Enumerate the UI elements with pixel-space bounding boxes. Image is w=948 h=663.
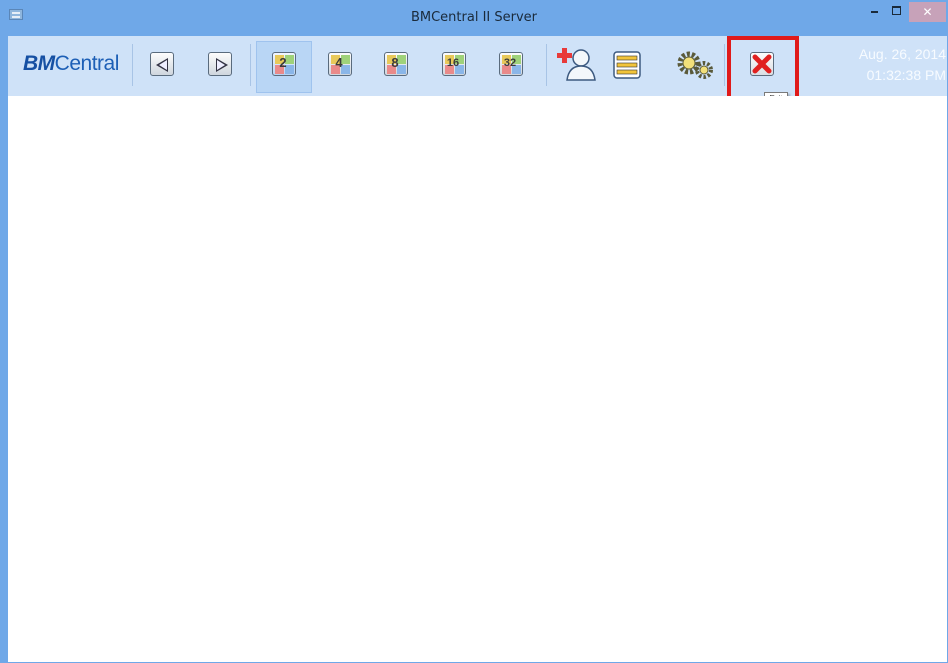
list-button[interactable] — [612, 50, 642, 80]
main-content-area — [8, 96, 947, 662]
window-title: BMCentral II Server — [410, 10, 538, 25]
toolbar-separator — [546, 44, 547, 86]
layout-8-button[interactable]: 8 — [382, 50, 412, 80]
previous-button[interactable] — [148, 50, 178, 80]
close-button[interactable]: ✕ — [909, 2, 946, 22]
settings-button[interactable] — [676, 50, 716, 80]
layout-16-button[interactable]: 16 — [440, 50, 470, 80]
list-icon — [613, 51, 641, 79]
maximize-button[interactable] — [885, 2, 907, 22]
toolbar-separator — [132, 44, 133, 86]
title-bar[interactable]: BMCentral II Server ✕ — [0, 0, 948, 36]
grid-4-icon: 4 — [335, 55, 343, 70]
maximize-icon — [891, 6, 901, 16]
grid-16-icon: 16 — [446, 57, 460, 69]
layout-32-button[interactable]: 32 — [497, 50, 527, 80]
minimize-icon — [870, 10, 878, 13]
add-user-button[interactable] — [556, 46, 596, 82]
toolbar-separator — [724, 44, 725, 86]
toolbar-separator — [250, 44, 251, 86]
close-icon: ✕ — [922, 5, 933, 19]
current-time: 01:32:38 PM — [866, 67, 946, 83]
settings-icon — [677, 51, 713, 79]
grid-2-icon: 2 — [279, 55, 287, 70]
grid-8-icon: 8 — [391, 55, 399, 70]
layout-4-button[interactable]: 4 — [326, 50, 356, 80]
layout-2-button[interactable]: 2 — [270, 50, 300, 80]
grid-32-icon: 32 — [503, 57, 517, 69]
current-date: Aug. 26, 2014 — [858, 46, 946, 62]
bmcentral-logo: BMCentral — [23, 52, 119, 75]
exit-highlight-box — [727, 36, 799, 100]
datetime-display: Aug. 26, 2014 01:32:38 PM — [826, 44, 946, 86]
next-button[interactable] — [206, 50, 236, 80]
add-user-icon — [557, 48, 596, 81]
minimize-button[interactable] — [863, 2, 885, 22]
